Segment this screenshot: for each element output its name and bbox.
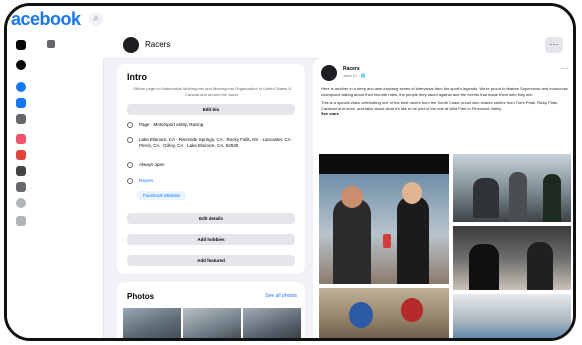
marketplace-icon[interactable] xyxy=(16,114,26,124)
tools-icon[interactable] xyxy=(16,216,26,226)
clock-icon xyxy=(127,162,133,168)
left-icon-rail xyxy=(7,32,42,338)
person-figure xyxy=(397,196,429,284)
top-bar: acebook ⌕ xyxy=(7,6,573,33)
page-type-row: Page · Motorsport entity, Racing xyxy=(127,121,299,131)
person-figure xyxy=(469,244,499,290)
person-figure xyxy=(543,174,561,222)
groups-icon[interactable] xyxy=(16,134,26,144)
events-icon[interactable] xyxy=(16,150,26,160)
intro-title: Intro xyxy=(127,72,147,82)
post-photo-stadium[interactable] xyxy=(453,294,571,338)
panel-icon[interactable] xyxy=(47,40,55,48)
post-text: Here is another in a deep and awe-inspir… xyxy=(321,86,569,117)
add-featured-button[interactable]: Add featured xyxy=(127,255,295,266)
person-figure xyxy=(333,198,371,284)
see-more-link[interactable]: See more xyxy=(321,111,569,117)
see-all-photos-link[interactable]: See all photos xyxy=(265,293,297,299)
more-options-button[interactable]: ··· xyxy=(545,37,563,53)
address-row: Lake Elsinore, CA · Riverside Springs, C… xyxy=(127,136,299,154)
ads-icon[interactable] xyxy=(16,182,26,192)
watch-icon[interactable] xyxy=(16,98,26,108)
rider-figure xyxy=(349,302,373,328)
post-photo-interview[interactable] xyxy=(319,154,449,284)
intro-card: Intro Official page for Nationwide Motor… xyxy=(117,64,305,274)
person-figure xyxy=(527,242,553,290)
edit-details-button[interactable]: Edit details xyxy=(127,213,295,224)
photo-detail xyxy=(383,234,391,248)
post-card: Racers June 17 · 🌐 ··· Here is another i… xyxy=(313,58,573,338)
page-name[interactable]: Racers xyxy=(145,40,170,49)
post-options-icon[interactable]: ··· xyxy=(561,64,569,73)
photo-thumbnail[interactable] xyxy=(183,308,241,338)
person-figure xyxy=(402,182,422,204)
messages-icon[interactable] xyxy=(16,82,26,92)
intro-description: Official page for Nationwide Motorsports… xyxy=(132,86,291,97)
post-paragraph: This is a special video celebrating one … xyxy=(321,100,558,111)
post-meta: June 17 · 🌐 xyxy=(343,73,366,78)
edit-bio-button[interactable]: Edit bio xyxy=(127,104,295,115)
post-author[interactable]: Racers xyxy=(343,66,360,72)
settings-icon[interactable] xyxy=(16,198,26,208)
post-paragraph: Here is another in a deep and awe-inspir… xyxy=(321,86,568,97)
info-icon xyxy=(127,122,133,128)
page-header-bar: Racers ··· xyxy=(103,32,573,59)
photos-title: Photos xyxy=(127,292,155,301)
globe-icon xyxy=(127,178,133,184)
website-row: Racers xyxy=(127,177,299,187)
pages-icon[interactable] xyxy=(16,166,26,176)
device-frame: acebook ⌕ Racers ··· Intro Official page… xyxy=(4,3,576,341)
post-author-avatar[interactable] xyxy=(321,65,337,81)
person-figure xyxy=(341,186,363,208)
post-photo-race[interactable] xyxy=(319,288,449,338)
rider-figure xyxy=(401,298,423,322)
hours-row: Always open xyxy=(127,161,299,171)
photo-thumbnail[interactable] xyxy=(123,308,181,338)
post-photo-handshake[interactable] xyxy=(453,226,571,290)
page-avatar[interactable] xyxy=(123,37,139,53)
photo-thumbnail[interactable] xyxy=(243,308,301,338)
facebook-website-button[interactable]: Facebook Website xyxy=(137,191,187,200)
photos-card: Photos See all photos xyxy=(117,282,305,338)
search-icon[interactable]: ⌕ xyxy=(89,12,103,26)
home-icon[interactable] xyxy=(16,40,26,50)
post-photo-pit[interactable] xyxy=(453,154,571,222)
facebook-logo[interactable]: acebook xyxy=(11,9,81,30)
location-icon xyxy=(127,137,133,143)
person-figure xyxy=(509,172,527,222)
person-figure xyxy=(473,178,499,218)
notifications-icon[interactable] xyxy=(16,60,26,70)
add-hobbies-button[interactable]: Add hobbies xyxy=(127,234,295,245)
side-panel xyxy=(41,32,104,338)
